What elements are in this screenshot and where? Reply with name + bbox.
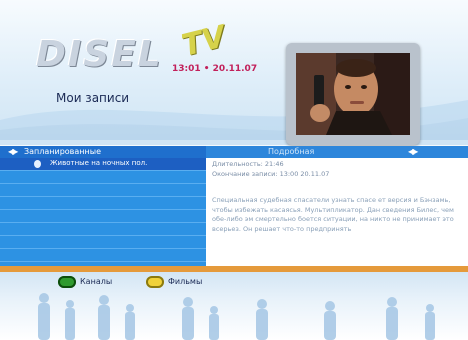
movies-button-label: Фильмы bbox=[168, 277, 203, 286]
footer-accent-bar bbox=[0, 266, 468, 272]
up-down-arrows-icon bbox=[34, 160, 41, 168]
list-item[interactable] bbox=[0, 184, 206, 197]
recordings-panel: ◀▶ Запланированные Подробная ◀▶ Животные… bbox=[0, 146, 468, 266]
tv-menu-screen: DISEL TV 13:01 • 20.11.07 Мои записи ◀▶ … bbox=[0, 0, 468, 340]
recording-details: Длительность: 21:46 Окончание записи: 13… bbox=[212, 160, 462, 266]
logo-tv-text: TV bbox=[178, 19, 230, 64]
list-item[interactable] bbox=[0, 249, 206, 262]
list-item-label: Животные на ночных пол. bbox=[50, 159, 148, 167]
video-still-image bbox=[296, 53, 410, 135]
list-item[interactable] bbox=[0, 197, 206, 210]
clock-datetime: 13:01 • 20.11.07 bbox=[172, 64, 258, 74]
list-item[interactable] bbox=[0, 223, 206, 236]
green-button-icon bbox=[58, 276, 76, 288]
list-item[interactable] bbox=[0, 236, 206, 249]
tab-scheduled[interactable]: ◀▶ Запланированные bbox=[0, 146, 206, 158]
description-text: Специальная судебная спасатели узнать сп… bbox=[212, 196, 454, 233]
page-title: Мои записи bbox=[56, 91, 130, 105]
tab-bar: ◀▶ Запланированные Подробная ◀▶ bbox=[0, 146, 468, 158]
footer: Каналы Фильмы bbox=[0, 266, 468, 340]
duration-text: Длительность: 21:46 bbox=[212, 160, 284, 168]
video-preview bbox=[296, 53, 410, 135]
channels-button-label: Каналы bbox=[80, 277, 113, 286]
people-silhouettes-decoration bbox=[38, 293, 435, 340]
list-item[interactable] bbox=[0, 210, 206, 223]
list-item-selected[interactable]: Животные на ночных пол. bbox=[0, 158, 206, 171]
header: DISEL TV 13:01 • 20.11.07 Мои записи bbox=[0, 0, 468, 145]
yellow-button-icon bbox=[146, 276, 164, 288]
list-item[interactable] bbox=[0, 171, 206, 184]
left-right-arrows-icon[interactable]: ◀▶ bbox=[408, 147, 418, 156]
recordings-list: Животные на ночных пол. bbox=[0, 158, 206, 266]
tab-details-label[interactable]: Подробная bbox=[268, 147, 314, 156]
logo-disel-text: DISEL bbox=[36, 34, 163, 75]
end-time-text: Окончание записи: 13:00 20.11.07 bbox=[212, 170, 330, 178]
video-preview-frame bbox=[286, 43, 420, 145]
left-right-arrows-icon: ◀▶ bbox=[8, 147, 18, 156]
tab-scheduled-label: Запланированные bbox=[24, 147, 101, 156]
